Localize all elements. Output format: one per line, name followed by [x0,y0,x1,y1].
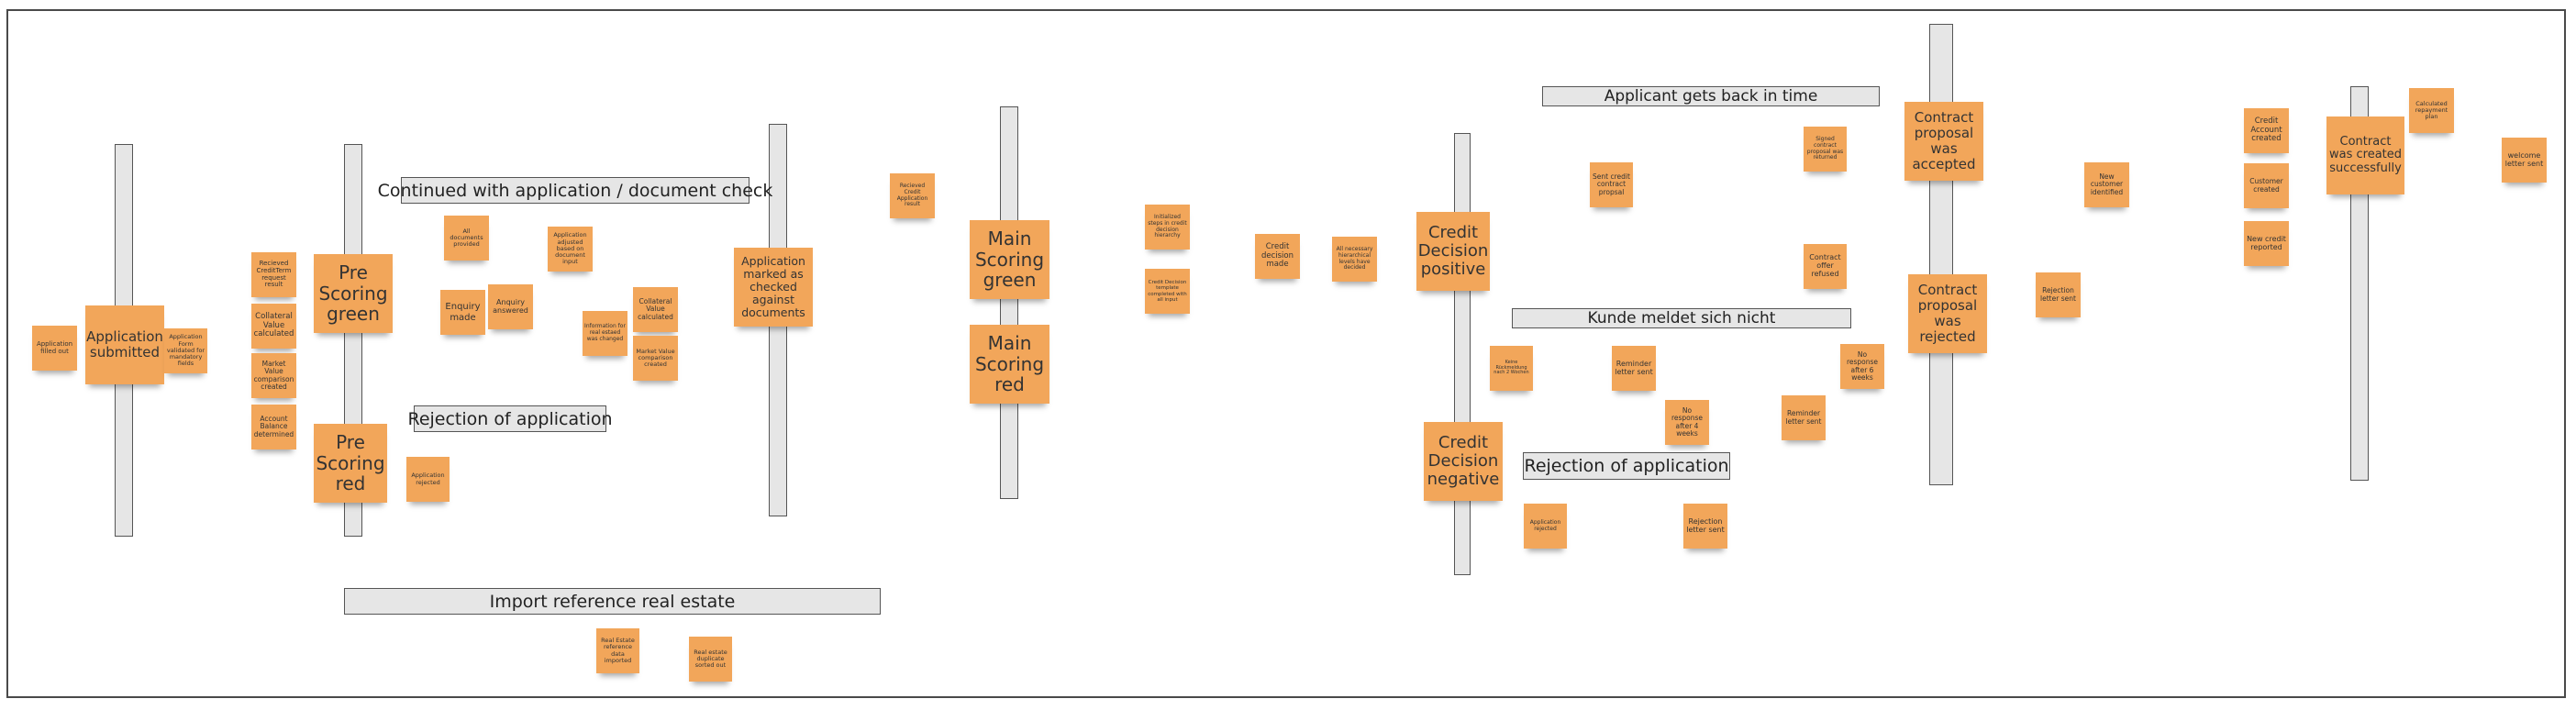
event-received-credit-application-result[interactable]: Recieved Credit Application result [890,173,935,218]
pillar-credit-decision[interactable] [1454,133,1471,575]
event-market-value-comparison-1[interactable]: Market Value comparison created [251,353,296,398]
event-credit-account-created[interactable]: Credit Account created [2244,108,2289,153]
event-collateral-value-calculated-2[interactable]: Collateral Value calculated [633,287,678,332]
lane-rejection-of-application-1[interactable]: Rejection of application [407,405,613,432]
event-application-rejected-2[interactable]: Application rejected [1524,504,1567,549]
pivotal-pre-scoring-green[interactable]: Pre Scoring green [314,254,393,333]
event-credit-decision-template[interactable]: Credit Decision template completed with … [1145,269,1190,314]
event-sent-credit-contract-proposal[interactable]: Sent credit contract propsal [1590,162,1633,207]
event-real-estate-reference-imported[interactable]: Real Estate reference data imported [596,628,639,673]
event-customer-created[interactable]: Customer created [2244,163,2289,208]
event-signed-contract-returned[interactable]: Signed contract proposal was returned [1804,127,1847,172]
pivotal-contract-created-successfully[interactable]: Contract was created successfully [2326,116,2404,194]
pivotal-main-scoring-red[interactable]: Main Scoring red [970,325,1049,404]
pillar-contract-proposal[interactable] [1929,24,1953,485]
pivotal-contract-proposal-accepted[interactable]: Contract proposal was accepted [1904,102,1983,181]
pivotal-main-scoring-green[interactable]: Main Scoring green [970,220,1049,299]
pivotal-application-marked-checked[interactable]: Application marked as checked against do… [734,248,813,327]
event-new-credit-reported[interactable]: New credit reported [2244,221,2289,266]
lane-rejection-of-application-2[interactable]: Rejection of application [1523,452,1730,480]
event-calculated-repayment-plan[interactable]: Calculated repayment plan [2409,88,2454,133]
event-reminder-letter-sent-2[interactable]: Reminder letter sent [1782,395,1826,440]
lane-label: Kunde meldet sich nicht [1587,309,1776,327]
event-received-creditterm-result[interactable]: Recieved CreditTerm request result [251,252,296,297]
event-keine-rueckmeldung[interactable]: Keine Rückmeldung nach 2 Wochen [1490,346,1533,391]
event-hierarchical-levels-decided[interactable]: All necessary hierarchical levels have d… [1332,237,1377,282]
lane-continued-with-application[interactable]: Continued with application / document ch… [378,177,772,204]
lane-label: Import reference real estate [489,591,736,612]
pivotal-credit-decision-positive[interactable]: Credit Decision positive [1416,212,1490,291]
event-no-response-6-weeks[interactable]: No response after 6 weeks [1840,344,1884,389]
pillar-main-scoring[interactable] [1000,106,1018,499]
event-credit-decision-made[interactable]: Credit decision made [1255,234,1300,279]
event-enquiry-made[interactable]: Enquiry made [440,290,485,335]
lane-label: Continued with application / document ch… [377,180,773,201]
pivotal-pre-scoring-red[interactable]: Pre Scoring red [314,424,387,503]
event-account-balance-determined[interactable]: Account Balance determined [251,405,296,449]
event-initialized-steps[interactable]: Initialized steps in credit decision hie… [1145,205,1190,250]
event-collateral-value-calculated-1[interactable]: Collateral Value calculated [251,304,296,349]
lane-import-reference-real-estate[interactable]: Import reference real estate [344,588,881,615]
event-application-form-validated[interactable]: Application Form validated for mandatory… [164,328,207,373]
event-new-customer-identified[interactable]: New customer identified [2084,162,2129,207]
event-application-rejected-1[interactable]: Application rejected [406,457,450,502]
lane-label: Applicant gets back in time [1604,87,1818,105]
event-market-value-comparison-2[interactable]: Market Value comparison created [633,336,678,381]
event-application-adjusted[interactable]: Application adjusted based on document i… [548,227,593,272]
event-application-filled-out[interactable]: Application filled out [32,326,77,371]
event-anquiry-answered[interactable]: Anquiry answered [488,284,533,329]
event-reminder-letter-sent-1[interactable]: Reminder letter sent [1612,346,1656,391]
pivotal-application-submitted[interactable]: Application submitted [85,305,164,384]
event-welcome-letter-sent[interactable]: welcome letter sent [2502,138,2547,183]
pivotal-credit-decision-negative[interactable]: Credit Decision negative [1424,422,1503,501]
pivotal-contract-proposal-rejected[interactable]: Contract proposal was rejected [1908,274,1987,353]
event-rejection-letter-sent-2[interactable]: Rejection letter sent [2036,272,2081,317]
lane-label: Rejection of application [1524,456,1729,476]
event-rejection-letter-sent-1[interactable]: Rejection letter sent [1683,504,1727,549]
event-no-response-4-weeks[interactable]: No response after 4 weeks [1665,400,1709,445]
event-all-documents-provided[interactable]: All documents provided [444,216,489,261]
lane-kunde-meldet-sich-nicht[interactable]: Kunde meldet sich nicht [1512,308,1851,328]
event-real-estate-duplicate-sorted[interactable]: Real estate duplicate sorted out [689,637,732,682]
event-real-estate-info-changed[interactable]: Information for real estaed was changed [583,311,627,356]
lane-applicant-gets-back[interactable]: Applicant gets back in time [1542,86,1880,106]
lane-label: Rejection of application [407,408,613,429]
event-contract-offer-refused[interactable]: Contract offer refused [1804,244,1847,289]
